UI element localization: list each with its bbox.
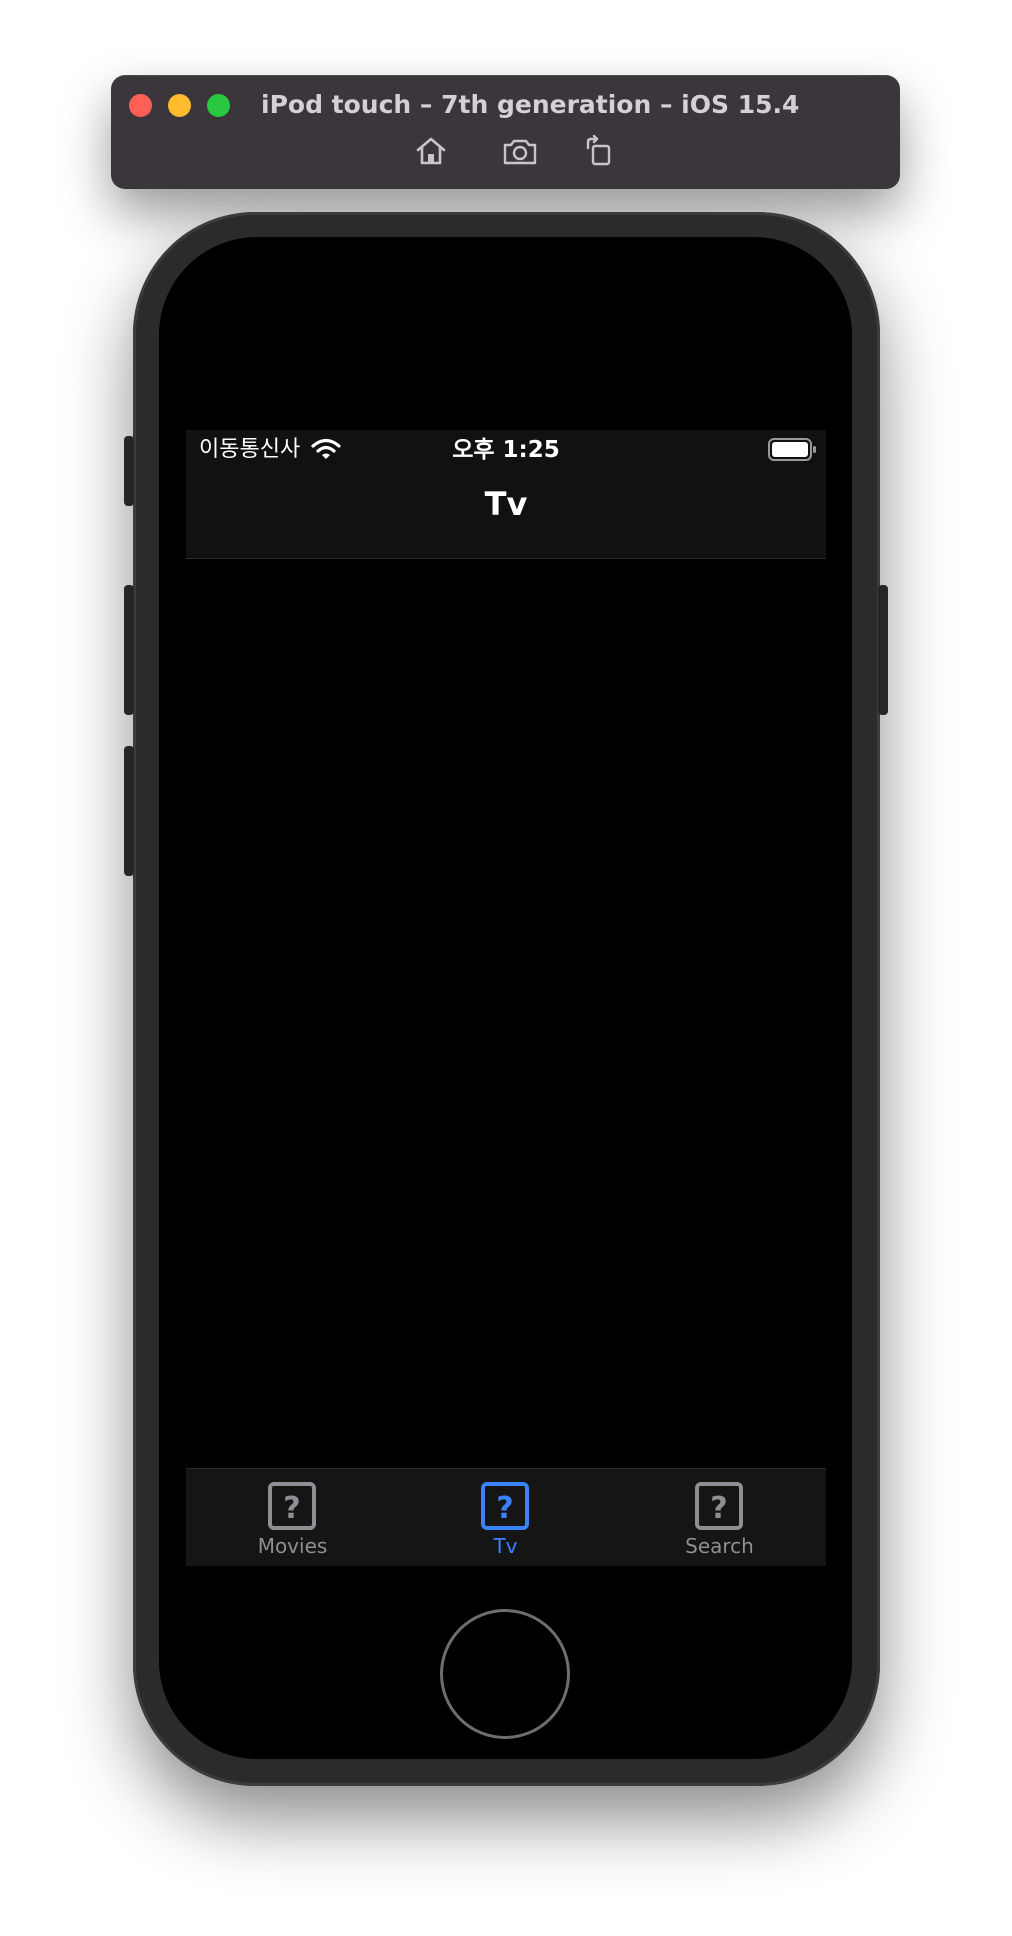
simulator-titlebar: iPod touch – 7th generation – iOS 15.4 bbox=[111, 75, 900, 189]
page-title: Tv bbox=[484, 485, 528, 523]
home-button[interactable] bbox=[440, 1609, 570, 1739]
battery-icon bbox=[768, 438, 818, 466]
rotate-tool[interactable] bbox=[578, 131, 618, 171]
svg-text:?: ? bbox=[710, 1491, 727, 1526]
tab-movies[interactable]: ? Movies bbox=[186, 1469, 399, 1566]
volume-up-button[interactable] bbox=[124, 585, 134, 715]
zoom-window-button[interactable] bbox=[207, 94, 230, 117]
tab-search[interactable]: ? Search bbox=[613, 1469, 826, 1566]
device-screen: 이동통신사 오후 1:25 Tv ? Movies ? Tv ? Search bbox=[186, 430, 826, 1566]
mute-switch[interactable] bbox=[124, 436, 134, 506]
svg-text:?: ? bbox=[283, 1491, 300, 1526]
volume-down-button[interactable] bbox=[124, 746, 134, 876]
svg-text:?: ? bbox=[496, 1491, 513, 1526]
tab-label: Tv bbox=[493, 1534, 518, 1558]
minimize-window-button[interactable] bbox=[168, 94, 191, 117]
tab-bar: ? Movies ? Tv ? Search bbox=[186, 1468, 826, 1566]
screenshot-icon bbox=[503, 139, 537, 165]
rotate-icon bbox=[586, 134, 611, 166]
power-button[interactable] bbox=[878, 585, 888, 715]
status-bar: 이동통신사 오후 1:25 bbox=[186, 430, 826, 470]
question-square-icon: ? bbox=[481, 1482, 529, 1530]
content-area bbox=[186, 559, 826, 1459]
home-icon bbox=[416, 137, 446, 165]
tab-tv[interactable]: ? Tv bbox=[399, 1469, 612, 1566]
simulator-title: iPod touch – 7th generation – iOS 15.4 bbox=[261, 90, 800, 119]
tab-label: Search bbox=[685, 1534, 754, 1558]
status-time: 오후 1:25 bbox=[452, 437, 560, 463]
navigation-bar: Tv bbox=[186, 470, 826, 559]
tab-label: Movies bbox=[257, 1534, 328, 1558]
screenshot-tool[interactable] bbox=[500, 131, 540, 171]
question-square-icon: ? bbox=[695, 1482, 743, 1530]
close-window-button[interactable] bbox=[129, 94, 152, 117]
home-button-tool[interactable] bbox=[411, 131, 451, 171]
question-square-icon: ? bbox=[268, 1482, 316, 1530]
